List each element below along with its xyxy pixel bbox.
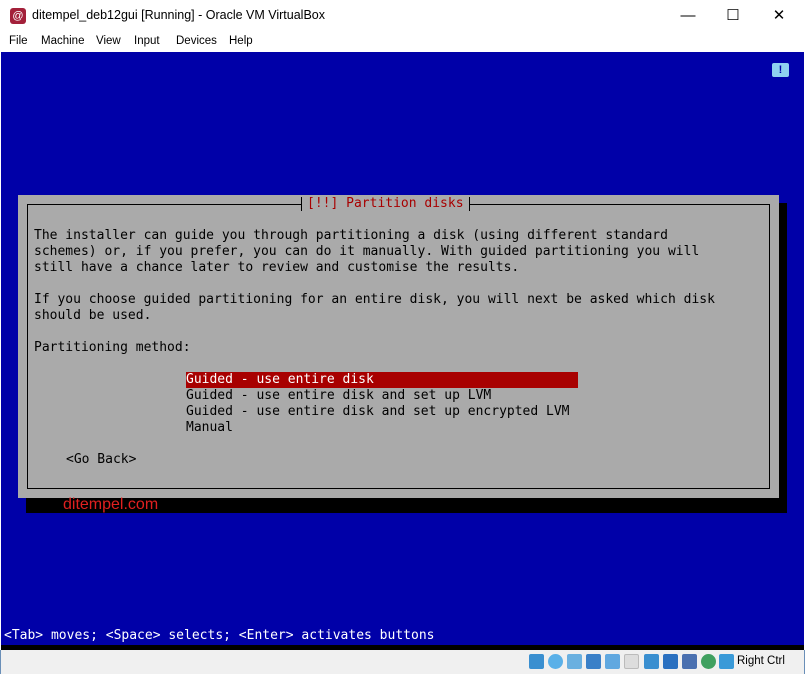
window-title: ditempel_deb12gui [Running] - Oracle VM … bbox=[32, 8, 325, 22]
minimize-button[interactable]: — bbox=[673, 4, 703, 28]
mouse-integration-icon[interactable] bbox=[701, 654, 716, 669]
keyboard-icon[interactable] bbox=[719, 654, 734, 669]
audio-icon[interactable] bbox=[567, 654, 582, 669]
virtualbox-debian-icon: @ bbox=[10, 8, 26, 24]
shared-folders-icon[interactable] bbox=[624, 654, 639, 669]
menu-devices[interactable]: Devices bbox=[176, 35, 217, 47]
dialog-text: The installer can guide you through part… bbox=[34, 228, 668, 243]
dialog-text: schemes) or, if you prefer, you can do i… bbox=[34, 244, 700, 259]
network-icon[interactable] bbox=[586, 654, 601, 669]
dialog-text: should be used. bbox=[34, 308, 152, 323]
menu-help[interactable]: Help bbox=[229, 35, 253, 47]
display-icon[interactable] bbox=[644, 654, 659, 669]
option-guided-lvm[interactable]: Guided - use entire disk and set up LVM bbox=[186, 388, 578, 404]
partition-dialog: [!!] Partition disks The installer can g… bbox=[18, 195, 779, 498]
option-manual[interactable]: Manual bbox=[186, 420, 578, 436]
menu-file[interactable]: File bbox=[9, 35, 28, 47]
dialog-text: still have a chance later to review and … bbox=[34, 260, 520, 275]
dialog-text: If you choose guided partitioning for an… bbox=[34, 292, 715, 307]
dialog-title: [!!] Partition disks bbox=[301, 195, 470, 213]
menu-bar: File Machine View Input Devices Help bbox=[0, 32, 805, 52]
maximize-button[interactable]: ☐ bbox=[718, 4, 748, 28]
video-capture-icon[interactable] bbox=[663, 654, 678, 669]
optical-disk-icon[interactable] bbox=[548, 654, 563, 669]
watermark: ditempel.com bbox=[63, 496, 159, 513]
go-back-button[interactable]: <Go Back> bbox=[66, 452, 136, 468]
host-key-label: Right Ctrl bbox=[737, 655, 785, 667]
help-line: <Tab> moves; <Space> selects; <Enter> ac… bbox=[4, 628, 435, 643]
menu-machine[interactable]: Machine bbox=[41, 35, 84, 47]
menu-input[interactable]: Input bbox=[134, 35, 160, 47]
option-guided-entire-disk[interactable]: Guided - use entire disk bbox=[186, 372, 578, 388]
option-guided-encrypted-lvm[interactable]: Guided - use entire disk and set up encr… bbox=[186, 404, 578, 420]
status-bar: Right Ctrl bbox=[0, 650, 805, 674]
partitioning-method-label: Partitioning method: bbox=[34, 340, 191, 355]
usb-icon[interactable] bbox=[605, 654, 620, 669]
title-bar: @ ditempel_deb12gui [Running] - Oracle V… bbox=[0, 0, 805, 32]
menu-view[interactable]: View bbox=[96, 35, 121, 47]
virtualization-icon[interactable] bbox=[682, 654, 697, 669]
notification-icon[interactable]: ! bbox=[772, 63, 789, 77]
vm-screen[interactable]: ! [!!] Partition disks The installer can… bbox=[1, 52, 804, 650]
hard-disk-icon[interactable] bbox=[529, 654, 544, 669]
close-button[interactable]: ✕ bbox=[764, 4, 794, 28]
